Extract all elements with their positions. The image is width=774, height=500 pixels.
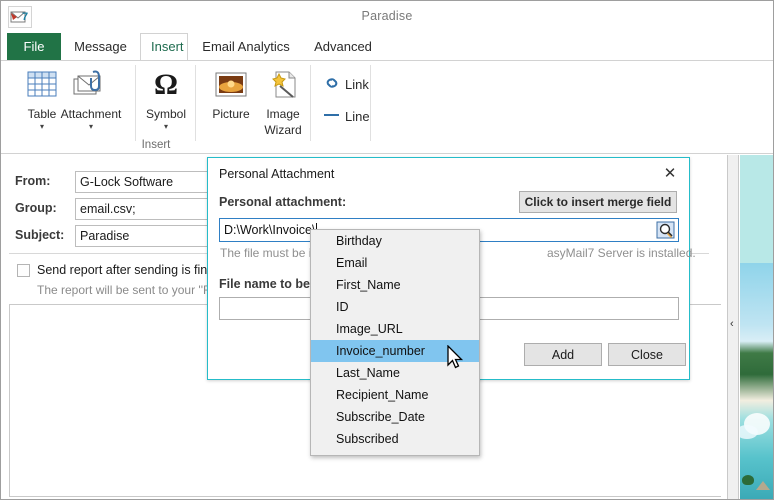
group-label: Group: [15, 201, 57, 215]
dropdown-item-invoice-number[interactable]: Invoice_number [311, 340, 479, 362]
omega-icon: Ω [153, 68, 179, 101]
ribbon-group-label: Insert [141, 139, 171, 151]
tab-email-analytics[interactable]: Email Analytics [191, 33, 301, 61]
insert-merge-field-button[interactable]: Click to insert merge field [519, 191, 677, 213]
pane-splitter[interactable]: ‹ [727, 155, 739, 499]
merge-field-dropdown[interactable]: Birthday Email First_Name ID Image_URL I… [310, 229, 480, 456]
collapse-chevron-icon[interactable]: ‹ [730, 318, 734, 330]
subject-label: Subject: [15, 228, 65, 242]
dropdown-item-birthday[interactable]: Birthday [311, 230, 479, 252]
ribbon-button-attachment[interactable]: Attachment ▾ [56, 65, 126, 131]
dropdown-item-subscribed[interactable]: Subscribed [311, 428, 479, 450]
dropdown-item-image-url[interactable]: Image_URL [311, 318, 479, 340]
dropdown-item-first-name[interactable]: First_Name [311, 274, 479, 296]
attachment-icon [56, 65, 126, 105]
dialog-title: Personal Attachment [219, 167, 335, 181]
ribbon-button-symbol[interactable]: Ω Symbol ▾ [131, 65, 201, 132]
file-name-label: File name to be [219, 277, 310, 291]
ribbon-button-image-wizard[interactable]: Image Wizard [248, 65, 318, 137]
ribbon-button-link-label: Link [345, 76, 369, 92]
ribbon-group-4: Link Line [311, 61, 371, 154]
add-button[interactable]: Add [524, 343, 602, 366]
attachment-hint-right: asyMail7 Server is installed. [547, 246, 696, 260]
ribbon-button-attachment-label: Attachment [60, 107, 122, 121]
ribbon-button-line[interactable]: Line [319, 101, 401, 131]
tab-message[interactable]: Message [63, 33, 138, 61]
application-window: 7 Paradise File Message Insert Email Ana… [0, 0, 774, 500]
attachment-hint-left: The file must be i [220, 246, 312, 260]
chevron-down-icon[interactable]: ▾ [131, 122, 201, 131]
dropdown-item-recipient-name[interactable]: Recipient_Name [311, 384, 479, 406]
window-title: Paradise [361, 9, 413, 23]
palm-tree-shape [742, 475, 754, 485]
tab-file[interactable]: File [7, 33, 61, 61]
dropdown-item-subscribe-date[interactable]: Subscribe_Date [311, 406, 479, 428]
ribbon-button-link[interactable]: Link [319, 69, 401, 99]
tab-advanced[interactable]: Advanced [304, 33, 382, 61]
cloud-shape [740, 425, 758, 439]
send-report-checkbox[interactable] [17, 263, 30, 277]
from-label: From: [15, 174, 51, 188]
chevron-down-icon[interactable]: ▾ [56, 122, 126, 131]
link-icon [319, 76, 345, 93]
ribbon-divider [370, 65, 371, 141]
dropdown-item-last-name[interactable]: Last_Name [311, 362, 479, 384]
dropdown-item-id[interactable]: ID [311, 296, 479, 318]
title-bar: 7 Paradise [1, 1, 773, 33]
ribbon-body: Table ▾ Attachment ▾ Ω Symbol ▾ Picture … [1, 60, 773, 154]
send-report-note: The report will be sent to your ''From'' [37, 283, 236, 297]
close-button[interactable]: Close [608, 343, 686, 366]
ribbon-button-symbol-label: Symbol [145, 107, 186, 121]
ribbon-button-line-label: Line [345, 108, 370, 124]
close-icon[interactable]: ✕ [657, 162, 683, 184]
horizontal-line-icon [319, 109, 345, 123]
ribbon-tabstrip: File Message Insert Email Analytics Adva… [1, 33, 773, 61]
template-beach-photo [740, 263, 773, 499]
beach-hut-shape [756, 481, 770, 490]
personal-attachment-label: Personal attachment: [219, 195, 347, 209]
dropdown-item-email[interactable]: Email [311, 252, 479, 274]
email-preview-pane: eader here land gned up at F [740, 155, 773, 499]
image-wizard-icon [248, 65, 318, 105]
send-report-checkbox-row[interactable]: Send report after sending is finished [17, 263, 237, 277]
tab-insert[interactable]: Insert [140, 33, 188, 61]
attachment-path-value: D:\Work\Invoice\ [224, 223, 316, 237]
search-browse-icon[interactable] [656, 221, 675, 239]
ribbon-button-image-wizard-label2: Wizard [264, 123, 302, 137]
ribbon-button-image-wizard-label: Image [266, 107, 300, 121]
template-header-band [740, 155, 773, 263]
